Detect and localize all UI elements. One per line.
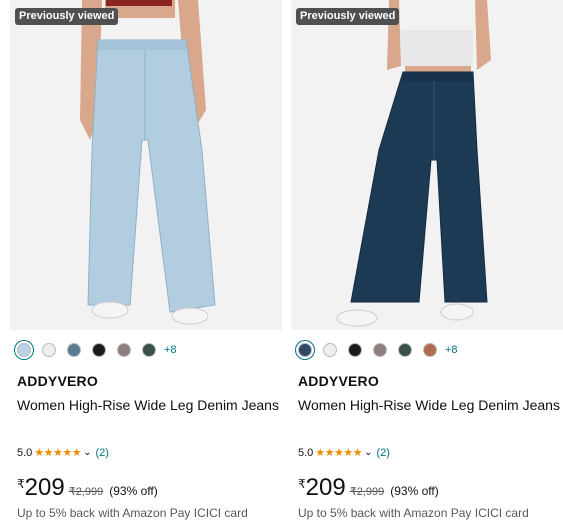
more-colors-link[interactable]: +8 [164,344,177,356]
list-price: ₹2,999 [69,485,104,498]
list-price-value: 2,999 [75,486,104,498]
product-title-link[interactable]: Women High-Rise Wide Leg Denim Jeans [298,394,560,416]
rating-value: 5.0 [17,446,33,459]
discount-text: (93% off) [390,484,439,498]
color-swatches: +8 [298,343,458,357]
color-swatch[interactable] [348,343,362,357]
color-swatch[interactable] [298,343,312,357]
jeans-photo-2 [336,0,491,327]
currency-symbol: ₹ [298,477,306,491]
brand-name: ADDYVERO [17,373,98,389]
color-swatch[interactable] [323,343,337,357]
star-rating-icon[interactable]: ★★★★★ [315,446,362,459]
list-price-currency: ₹ [349,486,357,498]
brand-name: ADDYVERO [298,373,379,389]
color-swatch[interactable] [398,343,412,357]
product-card[interactable]: Previously viewed +8 ADDYVERO Women High… [291,0,563,532]
price-row: ₹ 209 ₹2,999 (93% off) [298,475,439,501]
jeans-photo-1 [80,0,216,325]
price: 209 [305,474,346,501]
list-price-value: 2,999 [356,486,385,498]
color-swatch[interactable] [423,343,437,357]
price-row: ₹ 209 ₹2,999 (93% off) [17,475,158,501]
list-price-currency: ₹ [68,486,76,498]
color-swatch[interactable] [117,343,131,357]
color-swatch[interactable] [67,343,81,357]
product-card[interactable]: Previously viewed +8 ADDYVERO Women High… [10,0,282,532]
color-swatch[interactable] [17,343,31,357]
color-swatch[interactable] [142,343,156,357]
chevron-down-icon[interactable]: ⌄ [83,447,91,458]
color-swatch[interactable] [42,343,56,357]
cashback-offer: Up to 5% back with Amazon Pay ICICI card [298,506,529,520]
chevron-down-icon[interactable]: ⌄ [364,447,372,458]
product-image[interactable]: Previously viewed [291,0,563,330]
star-rating-icon[interactable]: ★★★★★ [34,446,81,459]
rating-value: 5.0 [298,446,314,459]
product-title-link[interactable]: Women High-Rise Wide Leg Denim Jeans [17,394,279,416]
discount-text: (93% off) [109,484,158,498]
color-swatch[interactable] [373,343,387,357]
rating-row: 5.0 ★★★★★ ⌄ (2) [17,446,109,460]
color-swatch[interactable] [92,343,106,357]
review-count-link[interactable]: (2) [96,447,109,459]
rating-row: 5.0 ★★★★★ ⌄ (2) [298,446,390,460]
more-colors-link[interactable]: +8 [445,344,458,356]
review-count-link[interactable]: (2) [377,447,390,459]
cashback-offer: Up to 5% back with Amazon Pay ICICI card [17,506,248,520]
previously-viewed-badge: Previously viewed [296,8,400,25]
previously-viewed-badge: Previously viewed [15,8,119,25]
product-grid: Previously viewed +8 ADDYVERO Women High… [0,0,563,532]
price: 209 [24,474,65,501]
product-image[interactable]: Previously viewed [10,0,282,330]
color-swatches: +8 [17,343,177,357]
currency-symbol: ₹ [17,477,25,491]
list-price: ₹2,999 [350,485,385,498]
